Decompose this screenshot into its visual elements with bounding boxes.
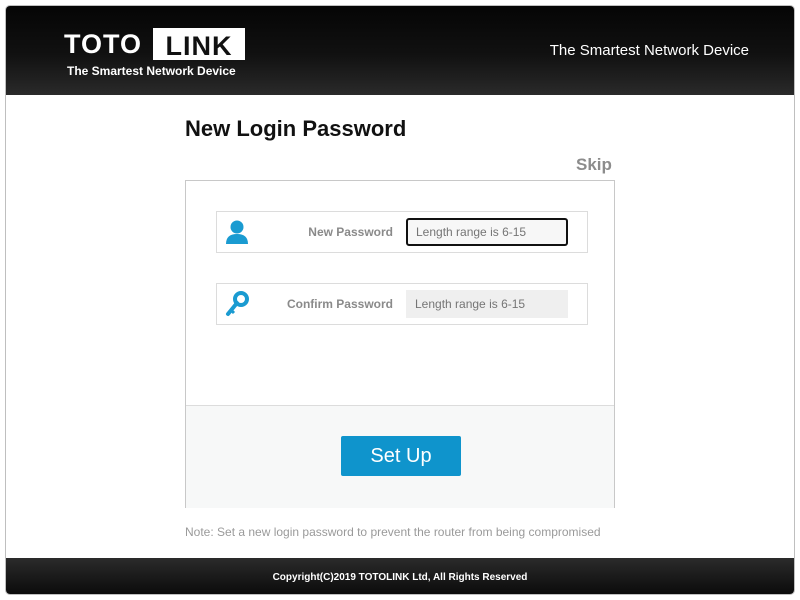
header-tagline: The Smartest Network Device: [549, 42, 749, 59]
new-password-label: New Password: [308, 225, 393, 239]
page-title: New Login Password: [185, 116, 407, 141]
totolink-logo: TOTO LINK: [53, 28, 245, 61]
note-text: Note: Set a new login password to preven…: [185, 525, 601, 539]
key-icon: [217, 284, 257, 324]
set-up-button[interactable]: Set Up: [341, 436, 461, 476]
main-content: New Login Password Skip New Password Con…: [6, 95, 794, 558]
new-password-row: New Password: [216, 211, 588, 253]
new-password-input[interactable]: [406, 218, 568, 246]
app-window: TOTO LINK The Smartest Network Device Th…: [6, 6, 794, 594]
user-icon: [217, 212, 257, 252]
logo-toto-text: TOTO: [63, 29, 142, 59]
confirm-password-label: Confirm Password: [286, 297, 393, 311]
header-bar: TOTO LINK The Smartest Network Device Th…: [6, 6, 794, 95]
confirm-password-row: Confirm Password: [216, 283, 588, 325]
footer-bar: Copyright(C)2019 TOTOLINK Ltd, All Right…: [6, 558, 794, 594]
logo-link-text: LINK: [153, 28, 245, 61]
copyright-text: Copyright(C)2019 TOTOLINK Ltd, All Right…: [272, 572, 528, 583]
panel-footer: Set Up: [186, 405, 614, 508]
skip-link[interactable]: Skip: [576, 155, 612, 175]
logo-subtitle: The Smartest Network Device: [67, 64, 236, 78]
password-panel: New Password Confirm Password Set Up: [185, 180, 615, 508]
confirm-password-input[interactable]: [406, 290, 568, 318]
